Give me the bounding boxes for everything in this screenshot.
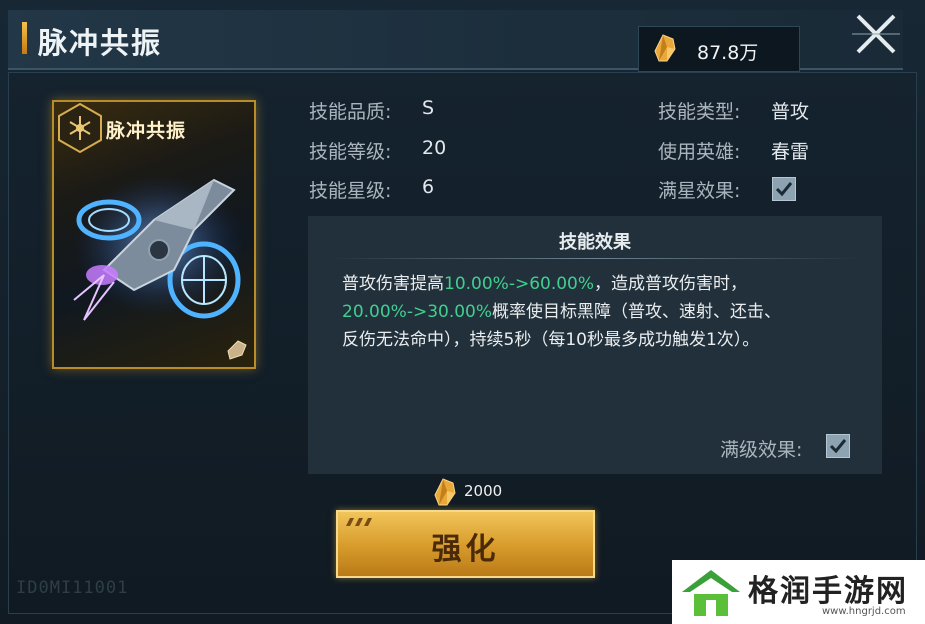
effect-text-segment: ，造成普攻伤害时， — [594, 274, 748, 294]
star-value: 6 — [422, 176, 435, 198]
currency-value: 87.8万 — [697, 42, 759, 64]
effect-divider — [328, 258, 862, 259]
upgrade-button-label: 强化 — [431, 532, 500, 567]
upgrade-button[interactable]: 强化 — [336, 510, 595, 578]
close-icon — [852, 14, 900, 54]
house-logo-icon — [682, 570, 740, 616]
effect-highlight: 10.00%->60.00% — [444, 274, 595, 294]
hero-value: 春雷 — [771, 141, 810, 163]
quality-label: 技能品质: — [309, 101, 392, 123]
player-id: ID0MI11001 — [16, 578, 129, 598]
effect-title: 技能效果 — [559, 232, 631, 253]
hero-label: 使用英雄: — [658, 141, 741, 163]
skill-panel: 脉冲共振 87.8万 脉冲共振 技能品质: S 技能等级: 20 技能星级: 6… — [0, 0, 925, 624]
crystal-icon — [654, 34, 676, 62]
max-star-label: 满星效果: — [658, 180, 741, 202]
effect-highlight: 20.00%->30.00% — [342, 302, 493, 322]
level-label: 技能等级: — [309, 141, 392, 163]
crystal-icon — [434, 478, 456, 506]
skill-effect-box: 技能效果 普攻伤害提高10.00%->60.00%，造成普攻伤害时， 20.00… — [308, 216, 882, 474]
skill-card: 脉冲共振 — [52, 100, 256, 369]
effect-text-segment: 普攻伤害提高 — [342, 274, 444, 294]
watermark-name: 格润手游网 — [748, 574, 908, 609]
hexagon-emblem-icon — [58, 102, 102, 154]
card-title: 脉冲共振 — [106, 120, 187, 142]
quality-value: S — [422, 97, 435, 119]
checkmark-icon — [775, 182, 793, 197]
type-label: 技能类型: — [658, 101, 741, 123]
effect-text-segment: 概率使目标黑障（普攻、速射、还击、 — [492, 302, 782, 322]
watermark-url: www.hngrjd.com — [822, 606, 906, 617]
card-crystal-icon — [227, 340, 247, 360]
upgrade-cost: 2000 — [464, 482, 503, 500]
max-level-checkbox[interactable] — [826, 434, 850, 458]
currency-display: 87.8万 — [638, 26, 800, 72]
site-watermark: 格润手游网 www.hngrjd.com — [672, 560, 925, 624]
level-value: 20 — [422, 137, 447, 159]
type-value: 普攻 — [771, 101, 810, 123]
effect-line-2: 20.00%->30.00%概率使目标黑障（普攻、速射、还击、 — [342, 298, 862, 326]
checkmark-icon — [829, 439, 847, 454]
page-title: 脉冲共振 — [38, 26, 163, 60]
star-label: 技能星级: — [309, 180, 392, 202]
effect-line-3: 反伤无法命中），持续5秒（每10秒最多成功触发1次）。 — [342, 330, 760, 350]
header: 脉冲共振 87.8万 — [8, 10, 903, 72]
max-level-label: 满级效果: — [720, 439, 803, 461]
max-star-checkbox[interactable] — [772, 177, 796, 201]
header-accent-bar — [22, 22, 27, 54]
effect-description: 普攻伤害提高10.00%->60.00%，造成普攻伤害时， 20.00%->30… — [342, 270, 862, 354]
effect-line-1: 普攻伤害提高10.00%->60.00%，造成普攻伤害时， — [342, 270, 862, 298]
close-button[interactable] — [848, 10, 904, 58]
drone-art — [73, 175, 244, 321]
